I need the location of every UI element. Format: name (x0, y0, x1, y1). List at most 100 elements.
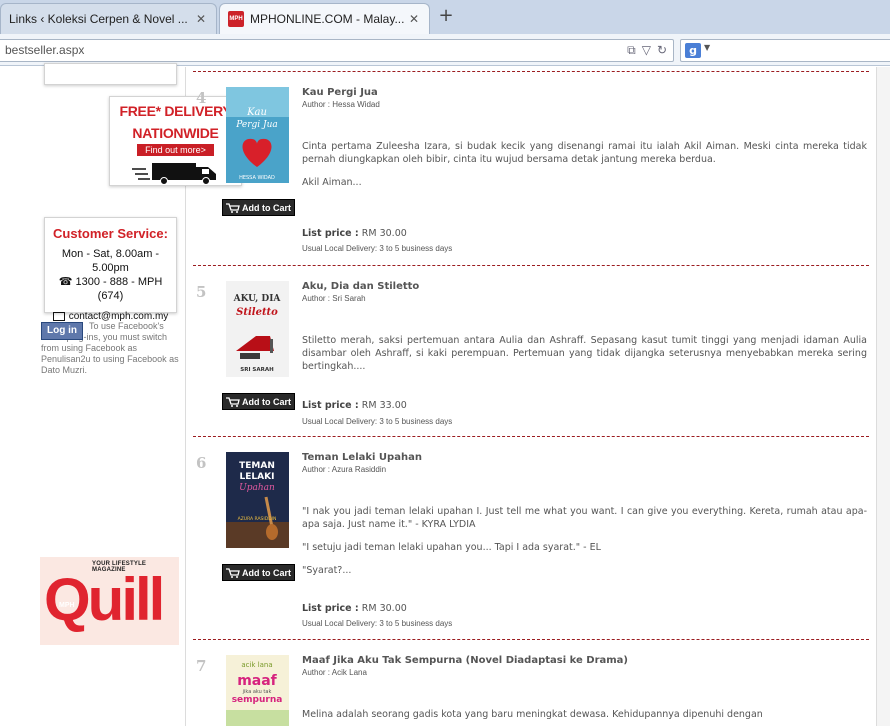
divider (193, 436, 869, 437)
new-tab-plus-icon[interactable]: + (436, 6, 456, 26)
book-author: Author : Hessa Widad (302, 100, 380, 109)
svg-text:Kau: Kau (246, 107, 267, 118)
book-cover-aku-dia-dan-stiletto[interactable]: AKU, DIA Stiletto SRI SARAH (226, 281, 289, 377)
price-label: List price : (302, 400, 359, 411)
tab-title: Links ‹ Koleksi Cerpen & Novel ... (9, 12, 188, 26)
book-rank: 4 (196, 89, 207, 107)
nav-bar: bestseller.aspx ⧉ ▽ ↻ g ▼ (0, 34, 890, 66)
book-item: 5 AKU, DIA Stiletto SRI SARAH Add to Car… (193, 281, 871, 441)
cart-icon (226, 202, 240, 213)
book-description: Cinta pertama Zuleesha Izara, si budak k… (302, 140, 867, 199)
description-paragraph: Stiletto merah, saksi pertemuan antara A… (302, 335, 867, 372)
svg-text:Pergi Jua: Pergi Jua (235, 120, 278, 130)
page-info-icon[interactable]: ⧉ (627, 43, 636, 58)
mph-favicon-icon: MPH (228, 11, 244, 27)
book-title[interactable]: Maaf Jika Aku Tak Sempurna (Novel Diadap… (302, 655, 628, 666)
price-label: List price : (302, 228, 359, 239)
description-paragraph: "I nak you jadi teman lelaki upahan I. J… (302, 506, 867, 530)
quill-mph-badge: MPH (59, 602, 75, 609)
page-content: FREE* DELIVERY NATIONWIDE Find out more>… (0, 63, 890, 726)
tab-links-koleksi[interactable]: Links ‹ Koleksi Cerpen & Novel ... ✕ (0, 3, 217, 34)
book-rank: 6 (196, 454, 207, 472)
delivery-info: Usual Local Delivery: 3 to 5 business da… (302, 417, 453, 426)
envelope-icon (52, 312, 65, 321)
add-to-cart-label: Add to Cart (242, 567, 291, 578)
book-title[interactable]: Aku, Dia dan Stiletto (302, 281, 419, 292)
cover-author: AZURA RASIDDIN (238, 516, 277, 522)
book-item: 7 acik lana maaf jika aku tak sempurna M… (193, 655, 871, 726)
close-icon[interactable]: ✕ (407, 12, 421, 26)
book-title[interactable]: Kau Pergi Jua (302, 87, 378, 98)
price-value: RM 30.00 (361, 603, 407, 614)
book-author: Author : Acik Lana (302, 668, 367, 677)
svg-text:AKU, DIA: AKU, DIA (233, 294, 282, 304)
quill-magazine-banner[interactable]: YOUR LIFESTYLE MAGAZINE Quill MPH (40, 557, 179, 645)
divider (193, 71, 869, 72)
url-icons: ⧉ ▽ ↻ (627, 43, 667, 58)
close-icon[interactable]: ✕ (194, 12, 208, 26)
cover-author: HESSA WIDAD (239, 175, 275, 181)
divider (193, 639, 869, 640)
add-to-cart-button[interactable]: Add to Cart (222, 564, 295, 581)
description-paragraph: "Syarat?... (302, 565, 352, 576)
delivery-info: Usual Local Delivery: 3 to 5 business da… (302, 244, 453, 253)
svg-text:Stiletto: Stiletto (236, 307, 278, 318)
promo-banner-partial[interactable] (44, 63, 177, 85)
svg-text:acik lana: acik lana (241, 661, 272, 669)
description-paragraph: Cinta pertama Zuleesha Izara, si budak k… (302, 141, 867, 165)
dropdown-arrow-icon[interactable]: ▽ (642, 43, 651, 58)
delivery-info: Usual Local Delivery: 3 to 5 business da… (302, 619, 453, 628)
add-to-cart-button[interactable]: Add to Cart (222, 199, 295, 216)
reload-icon[interactable]: ↻ (657, 43, 667, 58)
svg-text:Upahan: Upahan (239, 483, 275, 493)
quill-logo: Quill (44, 566, 165, 633)
facebook-login-button[interactable]: Log in (41, 322, 83, 340)
search-bar[interactable]: g ▼ (680, 39, 890, 62)
tab-mphonline[interactable]: MPH MPHONLINE.COM - Malay... ✕ (219, 3, 430, 34)
book-title[interactable]: Teman Lelaki Upahan (302, 452, 422, 463)
price-value: RM 33.00 (361, 400, 407, 411)
book-author: Author : Azura Rasiddin (302, 465, 387, 474)
service-title: Customer Service: (53, 226, 168, 241)
description-paragraph: "I setuju jadi teman lelaki upahan you..… (302, 542, 601, 553)
book-price: List price : RM 30.00 (302, 603, 407, 614)
book-description: Stiletto merah, saksi pertemuan antara A… (302, 334, 867, 383)
add-to-cart-label: Add to Cart (242, 396, 291, 407)
svg-text:TEMAN: TEMAN (239, 461, 275, 471)
service-hours: Mon - Sat, 8.00am - 5.00pm (61, 248, 160, 274)
book-cover-maaf-jika-aku-tak-sempurna[interactable]: acik lana maaf jika aku tak sempurna (226, 655, 289, 726)
chevron-down-icon[interactable]: ▼ (704, 43, 710, 52)
tab-title: MPHONLINE.COM - Malay... (250, 12, 405, 26)
cover-author: SRI SARAH (240, 367, 274, 373)
book-description: "I nak you jadi teman lelaki upahan I. J… (302, 505, 867, 587)
url-bar[interactable]: bestseller.aspx ⧉ ▽ ↻ (0, 39, 674, 62)
book-cover-teman-lelaki-upahan[interactable]: TEMAN LELAKI Upahan AZURA RASIDDIN (226, 452, 289, 548)
price-value: RM 30.00 (361, 228, 407, 239)
description-paragraph: Akil Aiman... (302, 177, 362, 188)
divider (193, 265, 869, 266)
book-rank: 7 (196, 657, 207, 675)
url-text: bestseller.aspx (5, 43, 85, 57)
browser-chrome: Links ‹ Koleksi Cerpen & Novel ... ✕ MPH… (0, 0, 890, 66)
book-price: List price : RM 30.00 (302, 228, 407, 239)
book-item: 4 Kau Pergi Jua HESSA WIDAD Add to Cart … (193, 87, 871, 257)
add-to-cart-button[interactable]: Add to Cart (222, 393, 295, 410)
svg-text:LELAKI: LELAKI (240, 472, 275, 482)
scrollbar[interactable] (877, 67, 890, 726)
description-paragraph: Melina adalah seorang gadis kota yang ba… (302, 709, 763, 720)
book-author: Author : Sri Sarah (302, 294, 366, 303)
price-label: List price : (302, 603, 359, 614)
book-description: Melina adalah seorang gadis kota yang ba… (302, 708, 867, 726)
google-icon[interactable]: g (685, 43, 701, 58)
svg-text:maaf: maaf (237, 673, 277, 689)
book-cover-kau-pergi-jua[interactable]: Kau Pergi Jua HESSA WIDAD (226, 87, 289, 183)
service-phone-row: ☎ 1300 - 888 - MPH (674) (45, 275, 176, 303)
customer-service-box: Customer Service: Mon - Sat, 8.00am - 5.… (44, 217, 177, 322)
book-item: 6 TEMAN LELAKI Upahan AZURA RASIDDIN Add… (193, 452, 871, 632)
phone-icon: ☎ (58, 276, 73, 288)
book-rank: 5 (196, 283, 207, 301)
book-price: List price : RM 33.00 (302, 400, 407, 411)
service-phone: 1300 - 888 - MPH (674) (75, 276, 163, 302)
add-to-cart-label: Add to Cart (242, 202, 291, 213)
cart-icon (226, 567, 240, 578)
